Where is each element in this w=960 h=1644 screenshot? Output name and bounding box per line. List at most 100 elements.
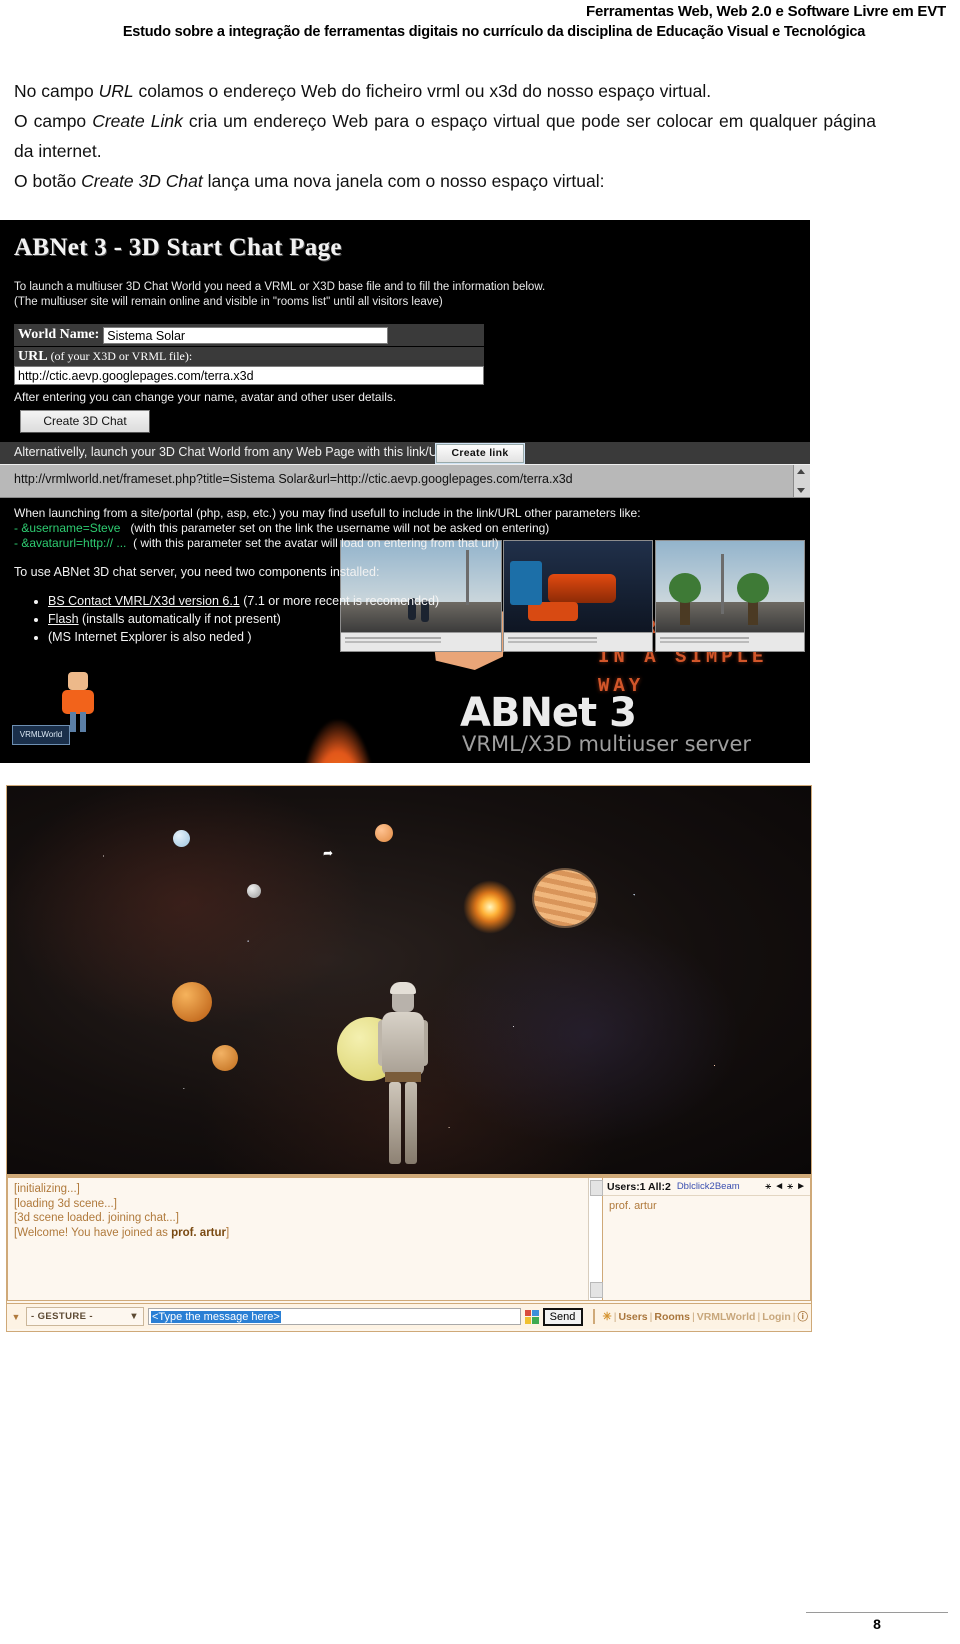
requirement-rest: (MS Internet Explorer is also neded ) xyxy=(48,630,252,644)
planet-grey-small xyxy=(247,884,261,898)
send-button[interactable]: Send xyxy=(542,1307,583,1326)
message-input-placeholder: <Type the message here> xyxy=(151,1311,281,1323)
url-label: URL (of your X3D or VRML file): xyxy=(14,349,196,365)
users-panel: Users:1 All:2 Dblclick2Beam ⚹ ◄ ⚹ ► prof… xyxy=(603,1177,811,1301)
avatar-illustration xyxy=(60,672,96,732)
users-header-icons: ⚹ ◄ ⚹ ► xyxy=(765,1181,806,1192)
after-entering-note: After entering you can change your name,… xyxy=(14,390,397,404)
chat-bottom-toolbar: ▼ - GESTURE - ▼ <Type the message here> … xyxy=(7,1303,811,1329)
chat-area: [initializing...] [loading 3d scene...] … xyxy=(7,1177,811,1301)
sun-glow xyxy=(463,880,517,934)
3d-scene-viewport[interactable]: ➦ xyxy=(7,786,811,1177)
paragraph-create-link: O campo Create Link cria um endereço Web… xyxy=(14,106,876,166)
page-number: 8 xyxy=(873,1616,881,1632)
gesture-select[interactable]: - GESTURE - ▼ xyxy=(26,1307,144,1326)
welcome-suffix: ] xyxy=(226,1226,230,1239)
requirement-item: Flash (installs automatically if not pre… xyxy=(48,610,478,628)
nav-link-vrmlworld[interactable]: VRMLWorld xyxy=(697,1311,756,1323)
user-list[interactable]: prof. artur xyxy=(603,1196,810,1216)
chat-log-scrollbar[interactable] xyxy=(588,1178,603,1300)
requirement-link[interactable]: Flash xyxy=(48,612,79,626)
abnet-page-title: ABNet 3 - 3D Start Chat Page xyxy=(14,234,342,261)
url-input[interactable]: http://ctic.aevp.googlepages.com/terra.x… xyxy=(14,366,484,385)
nav-separator: | xyxy=(613,1310,617,1323)
generated-link-text: http://vrmlworld.net/frameset.php?title=… xyxy=(14,472,573,486)
person-icon[interactable]: ⚹ xyxy=(765,1181,771,1192)
create-3d-chat-button[interactable]: Create 3D Chat xyxy=(20,410,150,433)
chat-log-line: [initializing...] xyxy=(14,1183,80,1195)
nav-link-rooms[interactable]: Rooms xyxy=(654,1311,690,1323)
requirement-link[interactable]: BS Contact VMRL/X3d version 6.1 xyxy=(48,594,240,608)
launch-parameters-note: When launching from a site/portal (php, … xyxy=(14,506,674,551)
p1-part-a: No campo xyxy=(14,81,99,101)
planet-blue-small xyxy=(173,830,190,847)
welcome-username: prof. artur xyxy=(171,1226,227,1239)
users-panel-header: Users:1 All:2 Dblclick2Beam ⚹ ◄ ⚹ ► xyxy=(603,1178,810,1196)
info-icon[interactable]: ⓘ xyxy=(798,1309,809,1324)
message-input[interactable]: <Type the message here> xyxy=(148,1308,521,1325)
user-avatar-3d[interactable] xyxy=(378,982,428,1171)
paragraph-create-3d-chat: O botão Create 3D Chat lança uma nova ja… xyxy=(14,166,876,196)
dblclick2beam-label[interactable]: Dblclick2Beam xyxy=(677,1181,740,1192)
requirements-intro: To use ABNet 3D chat server, you need tw… xyxy=(14,565,380,579)
gesture-select-label: - GESTURE - xyxy=(31,1311,93,1322)
decorative-flame xyxy=(300,720,376,763)
chat-log-panel[interactable]: [initializing...] [loading 3d scene...] … xyxy=(7,1177,603,1301)
link-box-scrollbar[interactable] xyxy=(793,465,810,497)
planet-orange-small xyxy=(375,824,393,842)
users-count-label: Users:1 All:2 xyxy=(607,1180,671,1193)
url-input-wrapper: http://ctic.aevp.googlepages.com/terra.x… xyxy=(14,366,484,385)
create-link-button[interactable]: Create link xyxy=(435,443,525,464)
world-name-input[interactable]: Sistema Solar xyxy=(103,326,389,344)
nav-links: ✳ | Users | Rooms | VRMLWorld | Login | … xyxy=(592,1309,809,1324)
thumbnail-screenshot-3 xyxy=(655,540,805,652)
abnet-lead-line1: To launch a multiuser 3D Chat World you … xyxy=(14,281,546,293)
alternative-launch-text: Alternativelly, launch your 3D Chat Worl… xyxy=(14,445,458,459)
param-1-desc: (with this parameter set on the link the… xyxy=(130,521,550,535)
launch-note-intro: When launching from a site/portal (php, … xyxy=(14,506,641,520)
scroll-up-icon[interactable] xyxy=(797,469,805,474)
right-arrow-icon[interactable]: ► xyxy=(796,1181,806,1192)
nav-link-login[interactable]: Login xyxy=(762,1311,791,1323)
abnet-lead-line2: (The multiuser site will remain online a… xyxy=(14,296,443,308)
nav-separator: | xyxy=(757,1310,761,1323)
p3-part-a: O botão xyxy=(14,171,82,191)
generated-link-box[interactable]: http://vrmlworld.net/frameset.php?title=… xyxy=(0,464,810,498)
chat-log-line: [loading 3d scene...] xyxy=(14,1197,117,1210)
header-subtitle: Estudo sobre a integração de ferramentas… xyxy=(122,24,866,40)
param-line-2: - &avatarurl=http:// ... ( with this par… xyxy=(14,536,674,551)
left-arrow-icon[interactable]: ◄ xyxy=(774,1181,784,1192)
url-label-strong: URL xyxy=(18,348,48,364)
chat-scroll-thumb-top[interactable] xyxy=(590,1180,603,1196)
nav-link-users[interactable]: Users xyxy=(618,1311,647,1323)
chat-scroll-thumb-bottom[interactable] xyxy=(590,1282,603,1298)
figure-3d-chat-client: ➦ [initializing...] [loading 3d scene...… xyxy=(6,785,812,1332)
url-label-row: URL (of your X3D or VRML file): xyxy=(14,347,484,366)
paragraph-url: No campo URL colamos o endereço Web do f… xyxy=(14,76,876,106)
document-header: Ferramentas Web, Web 2.0 e Software Livr… xyxy=(0,0,960,42)
planet-saturn xyxy=(534,870,596,926)
requirement-rest: (installs automatically if not present) xyxy=(78,612,281,626)
p1-part-b: colamos o endereço Web do ficheiro vrml … xyxy=(133,81,712,101)
list-item[interactable]: prof. artur xyxy=(609,1200,804,1212)
scroll-down-icon[interactable] xyxy=(797,488,805,493)
windows-flag-icon[interactable] xyxy=(524,1309,539,1324)
nav-separator: | xyxy=(649,1310,653,1323)
abnet-logo-subtitle: VRML/X3D multiuser server xyxy=(462,732,752,756)
param-2-desc: ( with this parameter set the avatar wil… xyxy=(133,536,499,550)
world-name-row: World Name: Sistema Solar xyxy=(14,324,484,346)
gesture-expand-icon[interactable]: ▼ xyxy=(10,1310,22,1324)
abnet-logo-text: ABNet 3 xyxy=(460,690,637,736)
tools-icon[interactable]: ✳ xyxy=(603,1310,612,1323)
world-name-label: World Name: xyxy=(18,327,100,342)
person-icon[interactable]: ⚹ xyxy=(787,1181,793,1192)
param-2-name: - &avatarurl=http:// ... xyxy=(14,536,127,550)
chat-log-line-welcome: [Welcome! You have joined as prof. artur… xyxy=(14,1226,596,1241)
p1-emphasis: URL xyxy=(98,81,134,101)
nav-separator: | xyxy=(792,1310,796,1323)
thumbnail-screenshot-2 xyxy=(503,540,653,652)
planet-mars xyxy=(172,982,212,1022)
requirement-item: (MS Internet Explorer is also neded ) xyxy=(48,628,478,646)
p3-emphasis: Create 3D Chat xyxy=(81,171,203,191)
planet-small-orange-2 xyxy=(212,1045,238,1071)
